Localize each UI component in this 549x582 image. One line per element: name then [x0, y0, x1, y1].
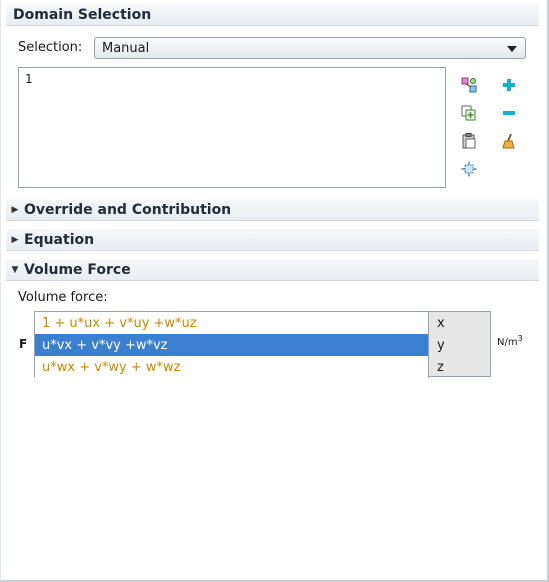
unit-base: N/m: [497, 337, 518, 348]
selection-dropdown[interactable]: Manual: [94, 37, 526, 59]
component-label: z: [437, 359, 444, 375]
selection-list[interactable]: 1: [18, 67, 446, 188]
section-title: Override and Contribution: [24, 201, 232, 218]
chevron-down-icon: ▼: [11, 264, 19, 275]
expression-field-y[interactable]: u*vx + v*vy +w*vz: [35, 334, 429, 356]
section-title: Equation: [24, 231, 95, 248]
chevron-down-icon: [507, 46, 517, 52]
selection-value: Manual: [102, 40, 150, 56]
section-header-override[interactable]: ▶ Override and Contribution: [6, 199, 539, 221]
unit-label: N/m3: [497, 334, 523, 348]
section-header-equation[interactable]: ▶ Equation: [6, 229, 539, 251]
chevron-right-icon: ▶: [11, 234, 19, 245]
unit-exponent: 3: [517, 334, 523, 343]
expression-field-x[interactable]: 1 + u*ux + v*uy +w*uz: [35, 312, 429, 334]
volume-force-table: 1 + u*ux + v*uy +w*uz x u*vx + v*vy +w*v…: [34, 311, 491, 378]
paste-selection-icon[interactable]: [460, 104, 478, 122]
clear-selection-icon[interactable]: [500, 132, 518, 150]
component-label: x: [437, 315, 445, 331]
remove-icon[interactable]: [500, 104, 518, 122]
section-header-domain-selection[interactable]: Domain Selection: [6, 4, 539, 26]
selection-label: Selection:: [18, 40, 83, 55]
section-header-volume-force[interactable]: ▼ Volume Force: [6, 259, 539, 281]
zoom-to-selection-icon[interactable]: [460, 160, 478, 178]
chevron-right-icon: ▶: [11, 204, 19, 215]
add-icon[interactable]: [500, 76, 518, 94]
clipboard-icon[interactable]: [460, 132, 478, 150]
volume-force-label: Volume force:: [18, 290, 108, 305]
table-row[interactable]: u*wx + v*wy + w*wz z: [35, 356, 490, 378]
section-title: Domain Selection: [13, 6, 152, 23]
force-symbol: F: [19, 337, 28, 351]
table-row[interactable]: 1 + u*ux + v*uy +w*uz x: [35, 312, 490, 334]
expression-field-z[interactable]: u*wx + v*wy + w*wz: [35, 356, 429, 378]
component-label: y: [430, 334, 490, 356]
settings-panel: Domain Selection Selection: Manual 1 ▶ O…: [0, 0, 549, 582]
select-domains-icon[interactable]: [460, 76, 478, 94]
section-title: Volume Force: [24, 261, 131, 278]
list-item[interactable]: 1: [25, 72, 33, 86]
table-row[interactable]: u*vx + v*vy +w*vz y: [35, 334, 490, 356]
